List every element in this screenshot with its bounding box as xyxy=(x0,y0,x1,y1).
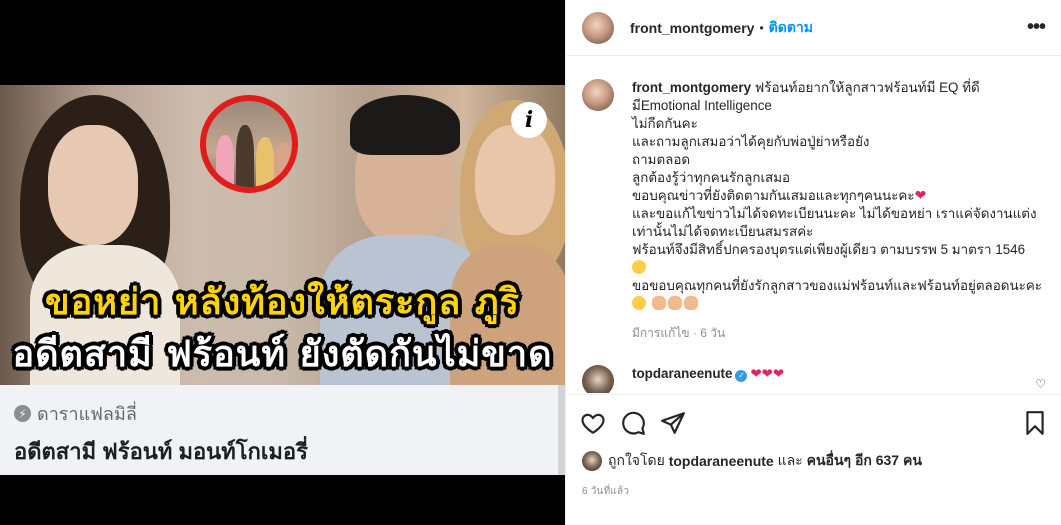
post-details-panel: front_montgomery • ติดตาม ••• front_mont… xyxy=(565,0,1061,525)
headline-line-2: อดีตสามี ฟร้อนท์ ยังตัดกันไม่ขาด xyxy=(12,334,553,375)
comment: topdaraneenute ✓ ❤❤❤ ♡ xyxy=(582,365,1046,393)
scrollbar[interactable] xyxy=(558,385,565,475)
likes-prefix: ถูกใจโดย xyxy=(608,452,665,468)
comment-avatar[interactable] xyxy=(582,365,614,393)
link-source: ดาราแฟลมิลี่ xyxy=(37,404,137,424)
headline-line-1: ขอหย่า หลังท้องให้ตระกูล ภูริ xyxy=(45,282,520,323)
inset-family-photo xyxy=(200,95,298,193)
caption-line: เท่านั้นไม่ได้จดทะเบียนสมรสค่ะ xyxy=(632,224,814,239)
comment-like-icon[interactable]: ♡ xyxy=(1035,377,1046,391)
caption-line: ฟร้อนท์อยากให้ลูกสาวฟร้อนท์มี EQ ที่ดี xyxy=(754,80,980,95)
caption-line: ถามตลอด xyxy=(632,152,691,167)
comment-username[interactable]: topdaraneenute xyxy=(632,366,732,381)
photo-woman-left-face xyxy=(48,125,138,245)
inset-person xyxy=(236,125,254,187)
link-title[interactable]: อดีตสามี ฟร้อนท์ มอนท์โกเมอรี่ xyxy=(14,434,544,469)
caption-line: ลูกต้องรู้ว่าทุกคนรักลูกเสมอ xyxy=(632,170,791,185)
pray-emoji-icon xyxy=(651,296,666,310)
link-preview-card[interactable]: ⚡ ดาราแฟลมิลี่ อดีตสามี ฟร้อนท์ มอนท์โกเ… xyxy=(0,385,558,475)
caption-line: ฟร้อนท์จึงมีสิทธิ์ปกครองบุตรแต่เพียงผู้เ… xyxy=(632,242,1026,257)
caption: front_montgomery ฟร้อนท์อยากให้ลูกสาวฟร้… xyxy=(582,79,1046,342)
likes-summary: ถูกใจโดย topdaraneenute และ คนอื่นๆ อีก … xyxy=(582,450,922,472)
comment-text: topdaraneenute ✓ ❤❤❤ xyxy=(632,365,784,383)
photo-man-hair xyxy=(350,95,460,155)
likes-avatar[interactable] xyxy=(582,451,602,471)
inset-person xyxy=(216,135,234,187)
caption-body: front_montgomery ฟร้อนท์อยากให้ลูกสาวฟร้… xyxy=(632,79,1042,342)
photo-woman-right-face xyxy=(475,125,555,235)
bookmark-icon[interactable] xyxy=(1022,410,1048,436)
separator-dot: • xyxy=(759,20,764,35)
bolt-icon: ⚡ xyxy=(14,405,31,422)
caption-line: ขอขอบคุณทุกคนที่ยังรักลูกสาวของแม่ฟร้อนท… xyxy=(632,278,1042,293)
follow-button[interactable]: ติดตาม xyxy=(769,17,813,39)
link-source-row: ⚡ ดาราแฟลมิลี่ xyxy=(14,399,544,428)
post-header: front_montgomery • ติดตาม ••• xyxy=(566,0,1061,56)
caption-username[interactable]: front_montgomery xyxy=(632,80,751,95)
smiling-hearts-emoji-icon xyxy=(632,296,646,310)
more-options-icon[interactable]: ••• xyxy=(1027,16,1046,39)
caption-line: มีEmotional Intelligence xyxy=(632,98,772,113)
avatar[interactable] xyxy=(582,11,614,44)
smile-emoji-icon xyxy=(632,260,646,274)
share-icon[interactable] xyxy=(660,410,686,436)
post-actions-bar xyxy=(566,394,1061,450)
caption-line: และถามลูกเสมอว่าได้คุยกับพ่อปู่ย่าหรือยั… xyxy=(632,134,870,149)
comments-scroll-area[interactable]: front_montgomery ฟร้อนท์อยากให้ลูกสาวฟร้… xyxy=(566,57,1061,393)
info-icon[interactable]: i xyxy=(511,102,547,138)
pray-emoji-icon xyxy=(667,296,682,310)
post-media-pane: i ขอหย่า หลังท้องให้ตระกูล ภูริ อดีตสามี… xyxy=(0,0,565,525)
caption-line: ขอบคุณข่าวที่ยังติดตามกันเสมอและทุกๆคนนะ… xyxy=(632,188,915,203)
pray-emoji-icon xyxy=(683,296,698,310)
post-timestamp[interactable]: 6 วันที่แล้ว xyxy=(582,484,629,499)
caption-line: ไม่กีดกันคะ xyxy=(632,116,698,131)
red-heart-icon: ❤ xyxy=(914,187,927,203)
comment-icon[interactable] xyxy=(620,410,646,436)
verified-badge-icon: ✓ xyxy=(735,370,748,382)
inset-person xyxy=(274,142,292,187)
likes-others[interactable]: คนอื่นๆ อีก 637 คน xyxy=(807,450,922,472)
caption-meta: มีการแก้ไข · 6 วัน xyxy=(632,326,726,340)
comment-body: ❤❤❤ xyxy=(750,366,785,381)
inset-person xyxy=(256,137,274,187)
likes-user[interactable]: topdaraneenute xyxy=(669,453,774,469)
likes-and: และ xyxy=(777,452,803,468)
heart-icon[interactable] xyxy=(580,410,606,436)
post-image[interactable]: i ขอหย่า หลังท้องให้ตระกูล ภูริ อดีตสามี… xyxy=(0,85,565,385)
caption-avatar[interactable] xyxy=(582,79,614,111)
header-username[interactable]: front_montgomery xyxy=(630,20,754,36)
caption-line: และขอแก้ไขข่าวไม่ได้จดทะเบียนนะคะ ไม่ได้… xyxy=(632,206,1037,221)
